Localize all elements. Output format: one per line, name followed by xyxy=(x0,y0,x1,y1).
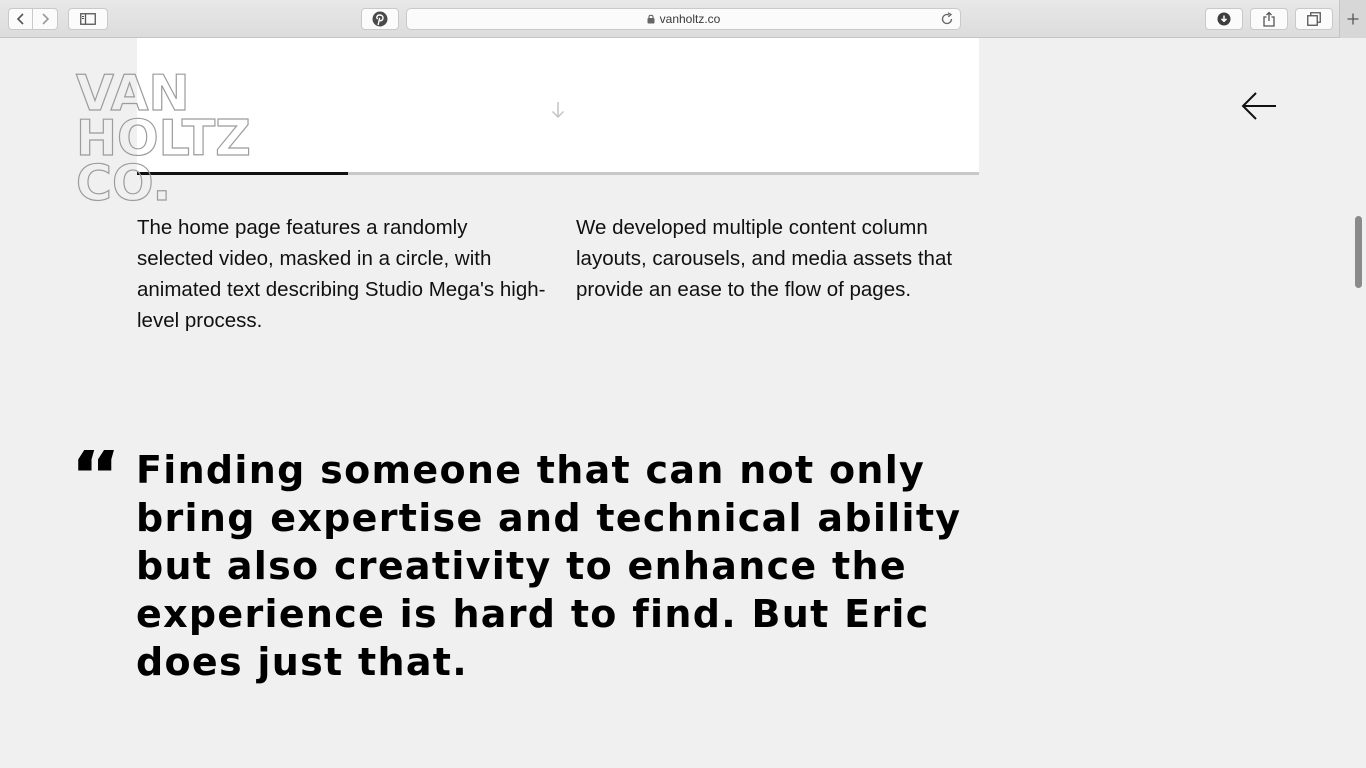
new-tab-button[interactable] xyxy=(1339,0,1366,38)
download-icon xyxy=(1217,12,1231,26)
history-nav xyxy=(8,8,58,30)
forward-button[interactable] xyxy=(33,8,58,30)
url-text: vanholtz.co xyxy=(659,12,721,26)
arrow-left-icon[interactable] xyxy=(1240,90,1278,122)
svg-text:“: “ xyxy=(70,450,118,478)
tabs-overview-icon xyxy=(1307,12,1321,26)
tab-overview-button[interactable] xyxy=(1295,8,1333,30)
lock-icon xyxy=(647,14,655,24)
browser-toolbar: vanholtz.co xyxy=(0,0,1366,38)
scrollbar-thumb[interactable] xyxy=(1355,216,1362,288)
address-bar[interactable]: vanholtz.co xyxy=(406,8,961,30)
chevron-right-icon xyxy=(42,13,50,25)
arrow-down-icon[interactable] xyxy=(550,100,566,120)
share-icon xyxy=(1263,11,1275,27)
sidebar-icon xyxy=(80,13,96,25)
quote-mark-icon: “ xyxy=(70,450,118,478)
reload-icon[interactable] xyxy=(940,12,954,26)
right-description: We developed multiple content column lay… xyxy=(576,216,953,301)
share-button[interactable] xyxy=(1250,8,1288,30)
left-description: The home page features a randomly select… xyxy=(137,216,546,332)
plus-icon xyxy=(1347,13,1359,25)
logo-line-3: CO. xyxy=(76,155,171,206)
testimonial-quote: Finding someone that can not only bring … xyxy=(136,448,962,684)
page-scrollbar[interactable] xyxy=(1352,38,1366,768)
pinterest-button[interactable] xyxy=(361,8,399,30)
back-button[interactable] xyxy=(8,8,33,30)
site-logo[interactable]: VAN HOLTZ CO. xyxy=(74,64,324,212)
vanholtz-logo: VAN HOLTZ CO. xyxy=(75,64,251,212)
pinterest-icon xyxy=(372,11,388,27)
chevron-left-icon xyxy=(16,13,24,25)
sidebar-button[interactable] xyxy=(68,8,108,30)
downloads-button[interactable] xyxy=(1205,8,1243,30)
